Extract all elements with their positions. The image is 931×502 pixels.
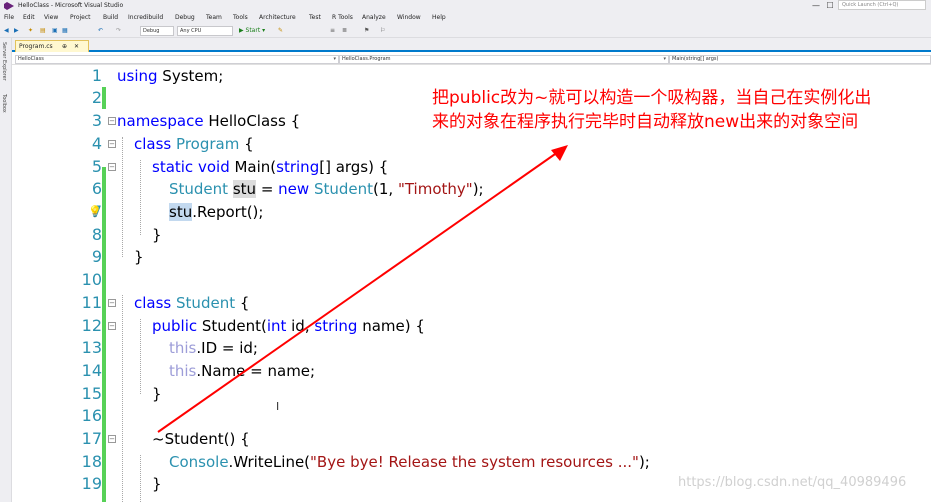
text-cursor-icon: I xyxy=(276,400,280,413)
annotation-note: 把public改为~就可以构造一个吸构器，当自己在实例化出 来的对象在程序执行完… xyxy=(432,86,931,134)
annotation-line-1: 把public改为~就可以构造一个吸构器，当自己在实例化出 xyxy=(432,88,872,108)
watermark: https://blog.csdn.net/qq_40989496 xyxy=(678,475,907,490)
arrow-head xyxy=(551,145,568,161)
annotation-arrow xyxy=(157,145,568,433)
annotation-line-2: 来的对象在程序执行完毕时自动释放new出来的对象空间 xyxy=(432,112,859,132)
arrow-line xyxy=(157,151,559,433)
